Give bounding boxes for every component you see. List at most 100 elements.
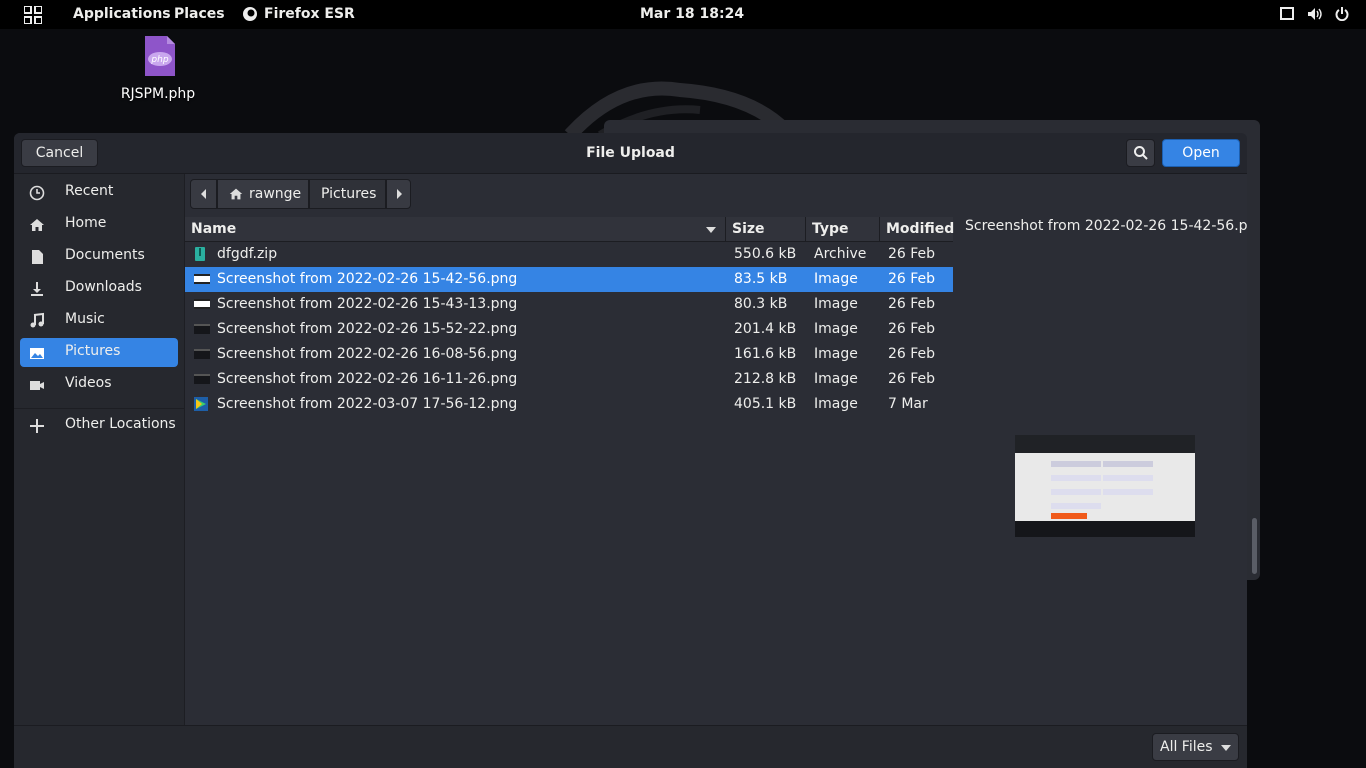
file-name: Screenshot from 2022-03-07 17-56-12.png bbox=[217, 396, 518, 412]
open-button[interactable]: Open bbox=[1162, 139, 1240, 167]
search-button[interactable] bbox=[1126, 139, 1155, 167]
file-size: 80.3 kB bbox=[734, 296, 788, 312]
applications-menu[interactable]: Applications bbox=[73, 6, 171, 22]
clock-icon bbox=[29, 185, 45, 201]
php-badge-text: php bbox=[150, 55, 168, 65]
file-row[interactable]: Screenshot from 2022-03-07 17-56-12.png … bbox=[185, 392, 953, 417]
image-thumbnail-icon bbox=[194, 299, 210, 309]
file-size: 212.8 kB bbox=[734, 371, 797, 387]
volume-icon[interactable] bbox=[1307, 7, 1322, 21]
chevron-right-icon bbox=[397, 189, 402, 199]
sidebar-item-label: Music bbox=[65, 311, 105, 327]
file-modified: 26 Feb bbox=[888, 321, 936, 337]
file-name: Screenshot from 2022-02-26 15-43-13.png bbox=[217, 296, 518, 312]
chevron-left-icon bbox=[201, 189, 206, 199]
sort-descending-icon bbox=[706, 227, 716, 233]
home-icon bbox=[30, 219, 44, 231]
image-thumbnail-icon bbox=[194, 397, 208, 411]
background-scrollbar bbox=[1252, 518, 1257, 574]
image-thumbnail-icon bbox=[194, 324, 210, 334]
preview-pane: Screenshot from 2022-02-26 15-42-56.png bbox=[954, 217, 1247, 725]
column-header-name[interactable]: Name bbox=[185, 217, 726, 241]
file-modified: 26 Feb bbox=[888, 246, 936, 262]
search-icon bbox=[1133, 146, 1148, 160]
file-type: Image bbox=[814, 296, 858, 312]
file-type: Image bbox=[814, 371, 858, 387]
file-row[interactable]: dfgdf.zip 550.6 kB Archive 26 Feb bbox=[185, 242, 953, 267]
file-upload-dialog: Cancel File Upload Open Recent Home Docu… bbox=[14, 133, 1247, 768]
file-row[interactable]: Screenshot from 2022-02-26 15-43-13.png … bbox=[185, 292, 953, 317]
image-thumbnail-icon bbox=[194, 274, 210, 284]
sidebar-item-label: Pictures bbox=[65, 343, 121, 359]
sidebar-item-downloads[interactable]: Downloads bbox=[20, 274, 178, 303]
file-row[interactable]: Screenshot from 2022-02-26 16-11-26.png … bbox=[185, 367, 953, 392]
home-icon bbox=[229, 188, 243, 200]
path-segment-home[interactable]: rawnge bbox=[217, 179, 309, 209]
file-name: Screenshot from 2022-02-26 16-08-56.png bbox=[217, 346, 518, 362]
active-app-name[interactable]: Firefox ESR bbox=[264, 6, 355, 22]
screen-icon[interactable] bbox=[1280, 7, 1294, 21]
file-row-selected[interactable]: Screenshot from 2022-02-26 15-42-56.png … bbox=[185, 267, 953, 292]
file-modified: 26 Feb bbox=[888, 371, 936, 387]
column-header-size[interactable]: Size bbox=[726, 217, 806, 241]
app-grid-icon[interactable] bbox=[24, 6, 42, 24]
sidebar-item-other-locations[interactable]: Other Locations bbox=[20, 411, 178, 440]
file-type: Image bbox=[814, 396, 858, 412]
file-size: 405.1 kB bbox=[734, 396, 797, 412]
plus-icon bbox=[30, 419, 44, 433]
dialog-header: Cancel File Upload Open bbox=[14, 133, 1247, 174]
file-type: Archive bbox=[814, 246, 867, 262]
power-icon[interactable] bbox=[1335, 7, 1349, 21]
file-type: Image bbox=[814, 346, 858, 362]
file-modified: 7 Mar bbox=[888, 396, 928, 412]
desktop-file-icon[interactable]: php RJSPM.php bbox=[118, 36, 198, 102]
places-sidebar: Recent Home Documents Downloads Music Pi… bbox=[14, 174, 185, 726]
top-panel: Applications Places Firefox ESR Mar 18 1… bbox=[0, 0, 1366, 29]
file-name: dfgdf.zip bbox=[217, 246, 278, 262]
dialog-title: File Upload bbox=[586, 145, 675, 161]
column-header-type[interactable]: Type bbox=[806, 217, 880, 241]
download-icon bbox=[31, 282, 43, 296]
file-name: Screenshot from 2022-02-26 15-42-56.png bbox=[217, 271, 518, 287]
clock[interactable]: Mar 18 18:24 bbox=[640, 6, 744, 22]
path-segment-label: rawnge bbox=[249, 186, 302, 202]
dialog-footer: All Files bbox=[14, 725, 1247, 768]
preview-thumbnail bbox=[1015, 435, 1195, 537]
column-header-modified[interactable]: Modified bbox=[880, 217, 954, 241]
file-size: 83.5 kB bbox=[734, 271, 788, 287]
path-forward-button[interactable] bbox=[386, 179, 411, 209]
path-back-button[interactable] bbox=[190, 179, 217, 209]
file-size: 201.4 kB bbox=[734, 321, 797, 337]
sidebar-item-music[interactable]: Music bbox=[20, 306, 178, 335]
file-modified: 26 Feb bbox=[888, 346, 936, 362]
sidebar-item-videos[interactable]: Videos bbox=[20, 370, 178, 399]
column-header-label: Name bbox=[191, 221, 237, 237]
places-menu[interactable]: Places bbox=[174, 6, 225, 22]
music-icon bbox=[30, 312, 44, 328]
sidebar-separator bbox=[14, 408, 184, 409]
column-header-row: Name Size Type Modified bbox=[185, 217, 954, 242]
sidebar-item-recent[interactable]: Recent bbox=[20, 178, 178, 207]
sidebar-item-pictures[interactable]: Pictures bbox=[20, 338, 178, 367]
path-segment-pictures[interactable]: Pictures bbox=[309, 179, 386, 209]
file-row[interactable]: Screenshot from 2022-02-26 16-08-56.png … bbox=[185, 342, 953, 367]
file-name: Screenshot from 2022-02-26 16-11-26.png bbox=[217, 371, 518, 387]
file-filter-label: All Files bbox=[1160, 739, 1213, 755]
sidebar-item-label: Documents bbox=[65, 247, 145, 263]
file-filter-dropdown[interactable]: All Files bbox=[1152, 733, 1239, 761]
sidebar-item-label: Other Locations bbox=[65, 416, 176, 432]
sidebar-item-label: Home bbox=[65, 215, 107, 231]
file-name: Screenshot from 2022-02-26 15-52-22.png bbox=[217, 321, 518, 337]
file-size: 550.6 kB bbox=[734, 246, 797, 262]
file-size: 161.6 kB bbox=[734, 346, 797, 362]
sidebar-item-documents[interactable]: Documents bbox=[20, 242, 178, 271]
desktop-file-label: RJSPM.php bbox=[120, 86, 196, 102]
pictures-icon bbox=[30, 348, 44, 359]
file-row[interactable]: Screenshot from 2022-02-26 15-52-22.png … bbox=[185, 317, 953, 342]
sidebar-item-home[interactable]: Home bbox=[20, 210, 178, 239]
chevron-down-icon bbox=[1220, 745, 1231, 751]
file-type: Image bbox=[814, 271, 858, 287]
video-icon bbox=[30, 381, 44, 390]
file-type: Image bbox=[814, 321, 858, 337]
image-thumbnail-icon bbox=[194, 349, 210, 359]
